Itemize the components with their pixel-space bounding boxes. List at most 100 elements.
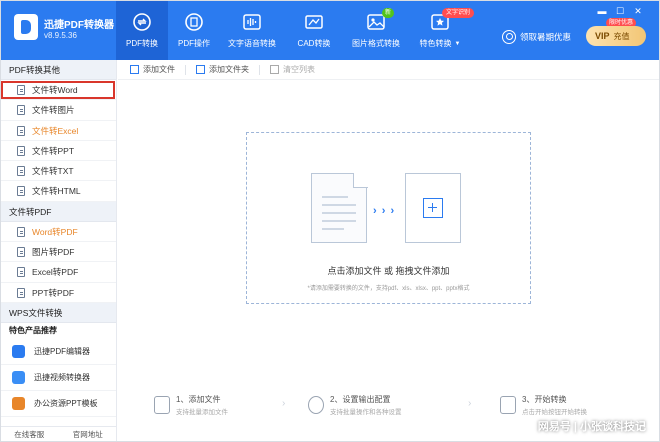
tab-text-voice[interactable]: 文字语音转换	[220, 0, 284, 60]
audio-wave-icon	[243, 14, 261, 30]
sidebar-item-label: 文件转PPT	[32, 145, 75, 156]
sidebar-item-file-to-txt[interactable]: 文件转TXT	[0, 161, 116, 182]
step-title: 2、设置输出配置	[330, 395, 391, 404]
app-video-converter[interactable]: 迅捷视频转换器	[0, 365, 116, 391]
toolbar-divider	[259, 64, 260, 75]
add-file-button[interactable]: 添加文件	[130, 64, 175, 75]
folder-icon	[196, 65, 205, 74]
sidebar-item-file-to-image[interactable]: 文件转图片	[0, 100, 116, 121]
add-document-icon	[154, 396, 170, 414]
tab-label: 特色转换	[419, 39, 452, 48]
arrows-icon: › › ›	[373, 205, 396, 217]
app-version: v8.9.5.36	[44, 31, 77, 40]
sidebar-item-excel-to-pdf[interactable]: Excel转PDF	[0, 262, 116, 283]
sidebar-item-file-to-ppt[interactable]: 文件转PPT	[0, 141, 116, 162]
add-folder-button[interactable]: 添加文件夹	[196, 64, 249, 75]
step-title: 3、开始转换	[522, 395, 567, 404]
app-name: 迅捷PDF转换器	[44, 20, 114, 31]
convert-document-icon	[500, 396, 516, 414]
watermark: 网易号 | 小张谈科技记	[537, 421, 646, 433]
sidebar-section-title[interactable]: PDF转换其他	[0, 60, 116, 80]
tab-label: PDF转换	[126, 39, 158, 48]
trash-icon	[270, 65, 279, 74]
tab-pdf-convert[interactable]: PDF转换	[116, 0, 168, 60]
sidebar-item-file-to-word[interactable]: 文件转Word	[0, 80, 116, 101]
document-icon	[17, 145, 25, 156]
toolbar-divider	[185, 64, 186, 75]
sidebar-item-label: Word转PDF	[32, 226, 78, 237]
vip-recharge-button[interactable]: VIP 充值	[586, 26, 646, 46]
tab-cad[interactable]: CAD转换	[284, 0, 344, 60]
sidebar-item-file-to-excel[interactable]: 文件转Excel	[0, 121, 116, 141]
official-site-link[interactable]: 官网地址	[59, 427, 118, 442]
recommend-title: 特色产品推荐	[9, 325, 57, 335]
document-icon	[17, 267, 25, 278]
app-label: 迅捷视频转换器	[34, 372, 90, 382]
cad-icon	[305, 15, 323, 29]
chevron-right-icon: ›	[468, 398, 472, 409]
step-desc: 支持批量添加文件	[176, 409, 228, 416]
document-icon	[17, 226, 25, 237]
document-icon	[17, 125, 25, 136]
online-service-link[interactable]: 在线客服	[0, 427, 59, 442]
clear-list-button[interactable]: 清空列表	[270, 64, 315, 75]
vip-sub-label: 充值	[613, 32, 630, 41]
pdf-edit-icon	[185, 13, 203, 31]
settings-gear-icon	[308, 396, 324, 414]
app-ppt-templates[interactable]: 办公资源PPT模板	[0, 391, 116, 417]
chevron-down-icon: ▼	[454, 41, 461, 47]
sidebar-item-label: Excel转PDF	[32, 267, 79, 278]
minimize-icon[interactable]: ▬	[596, 6, 608, 16]
tab-pdf-operation[interactable]: PDF操作	[168, 0, 220, 60]
maximize-icon[interactable]: ☐	[614, 6, 626, 17]
file-drop-zone[interactable]: › › › 点击添加文件 或 拖拽文件添加 *请添加需要转换的文件，支持pdf、…	[246, 132, 531, 304]
sidebar: PDF转换其他 文件转Word 文件转图片 文件转Excel 文件转PPT 文件…	[0, 60, 117, 442]
tab-special-convert[interactable]: 文字识别 特色转换 ▼	[408, 0, 475, 60]
user-icon	[502, 30, 516, 44]
vip-label: VIP	[595, 31, 610, 41]
dropzone-hint: *请添加需要转换的文件，支持pdf、xls、xlsx、ppt、pptx格式	[307, 286, 470, 292]
sidebar-item-label: 文件转Excel	[32, 125, 79, 136]
convert-icon	[133, 13, 151, 31]
tab-label: CAD转换	[297, 39, 331, 48]
sidebar-item-file-to-html[interactable]: 文件转HTML	[0, 181, 116, 202]
close-icon[interactable]: ✕	[632, 6, 644, 17]
tab-label: 文字语音转换	[228, 39, 276, 48]
add-file-icon	[130, 65, 139, 74]
sidebar-item-label: 文件转HTML	[32, 186, 81, 197]
video-converter-icon	[12, 370, 25, 384]
title-bar: 迅捷PDF转换器 v8.9.5.36 PDF转换 PDF操作 文字语音转换 CA…	[0, 0, 660, 60]
tab-label: 图片格式转换	[352, 39, 400, 48]
sidebar-item-label: 图片转PDF	[32, 247, 75, 258]
step-desc: 支持批量操作和各种设置	[330, 409, 402, 416]
sidebar-item-image-to-pdf[interactable]: 图片转PDF	[0, 242, 116, 263]
document-icon	[17, 105, 25, 116]
sidebar-item-label: PPT转PDF	[32, 287, 75, 298]
new-badge: 新	[382, 8, 395, 18]
sidebar-section-title[interactable]: WPS文件转换	[0, 302, 116, 323]
document-icon	[17, 166, 25, 177]
plus-icon	[423, 198, 443, 218]
pdf-editor-icon	[12, 344, 25, 358]
step-title: 1、添加文件	[176, 395, 221, 404]
app-label: 办公资源PPT模板	[34, 398, 98, 408]
summer-offer-link[interactable]: 领取暑期优惠	[502, 30, 571, 44]
app-pdf-editor[interactable]: 迅捷PDF编辑器	[0, 339, 116, 365]
app-label: 迅捷PDF编辑器	[34, 346, 90, 356]
sidebar-item-label: 文件转TXT	[32, 166, 74, 177]
ocr-badge: 文字识别	[442, 8, 475, 18]
sidebar-section-title[interactable]: 文件转PDF	[0, 201, 116, 222]
document-icon	[17, 287, 25, 298]
tab-image-format[interactable]: 新 图片格式转换	[344, 0, 408, 60]
step-desc: 点击开始按钮开始转换	[522, 409, 587, 416]
add-file-target[interactable]	[405, 173, 461, 243]
sidebar-item-label: 文件转Word	[32, 85, 78, 95]
add-folder-label: 添加文件夹	[209, 65, 249, 74]
sidebar-item-ppt-to-pdf[interactable]: PPT转PDF	[0, 283, 116, 303]
document-icon	[17, 85, 25, 95]
app-logo-icon	[14, 14, 38, 40]
tab-label: PDF操作	[178, 39, 210, 48]
sidebar-item-label: 文件转图片	[32, 105, 75, 116]
sidebar-item-word-to-pdf[interactable]: Word转PDF	[0, 222, 116, 243]
summer-offer-label: 领取暑期优惠	[520, 32, 572, 42]
